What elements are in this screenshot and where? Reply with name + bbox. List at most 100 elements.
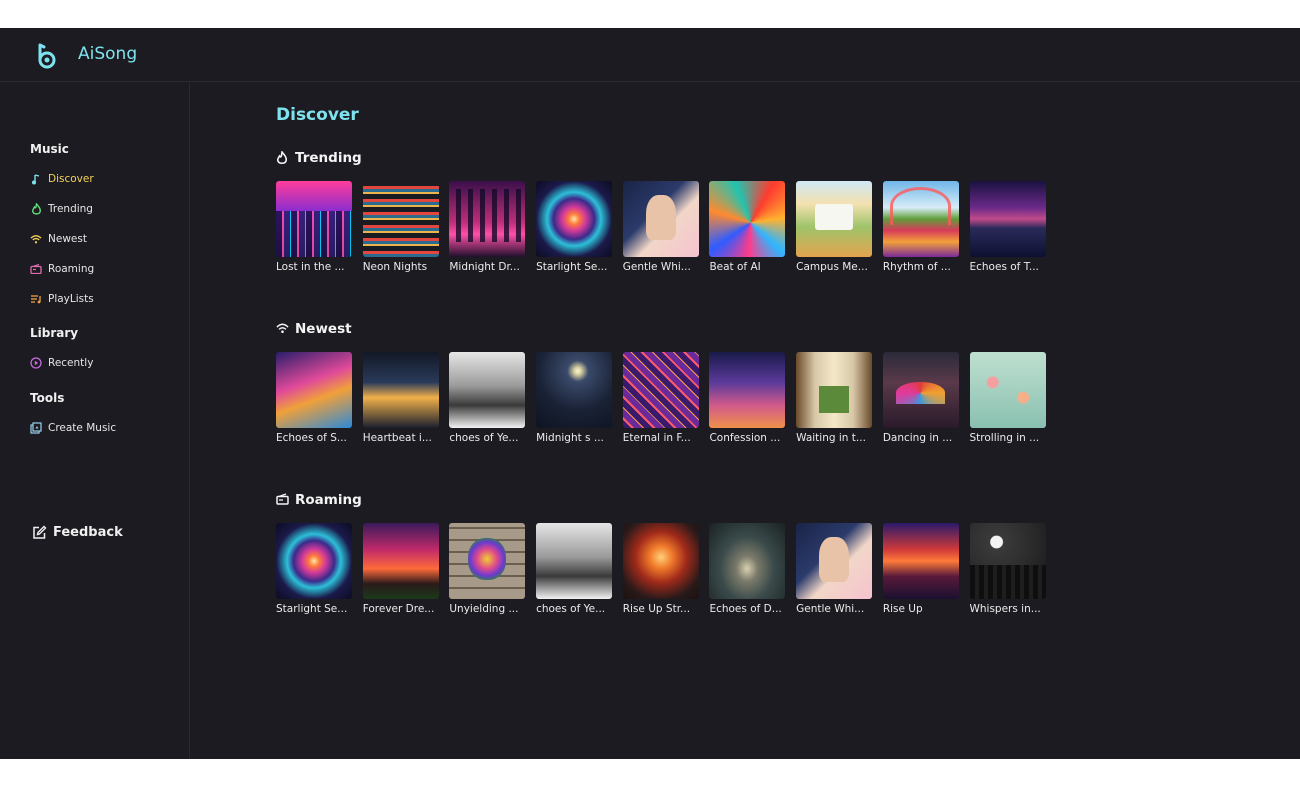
song-title: choes of Ye...: [536, 603, 606, 615]
song-title: Confession ...: [709, 432, 781, 444]
song-cover-image: [536, 181, 613, 257]
sidebar-section-music: Music: [30, 142, 69, 156]
song-card[interactable]: Echoes of D...: [709, 523, 786, 615]
song-card[interactable]: Eternal in F...: [622, 352, 699, 444]
song-title: Gentle Whi...: [796, 603, 865, 615]
song-card[interactable]: Rhythm of ...: [882, 181, 959, 273]
section-header[interactable]: Trending: [276, 149, 1276, 167]
radio-icon: [30, 263, 42, 275]
song-cover-image: [969, 523, 1046, 599]
main-content: Discover Trending Lost in the ... Neon N…: [276, 82, 1276, 759]
song-title: Rise Up Str...: [622, 603, 691, 615]
song-title: Gentle Whi...: [622, 261, 691, 273]
song-title: Lost in the ...: [276, 261, 345, 273]
song-title: Waiting in t...: [796, 432, 866, 444]
song-card[interactable]: choes of Ye...: [449, 352, 526, 444]
playlist-icon: [30, 293, 42, 305]
song-card[interactable]: Starlight Se...: [536, 181, 613, 273]
song-cover-image: [796, 352, 873, 428]
song-card[interactable]: Lost in the ...: [276, 181, 352, 273]
sidebar-section-tools: Tools: [30, 391, 65, 405]
song-cover-image: [796, 523, 873, 599]
song-card[interactable]: Echoes of T...: [969, 181, 1046, 273]
song-card[interactable]: Rise Up Str...: [622, 523, 699, 615]
sidebar: Music Discover Trending Newest Roaming P…: [0, 82, 190, 759]
song-card[interactable]: Whispers in...: [969, 523, 1046, 615]
section-newest: Newest Echoes of S... Heartbeat i... cho…: [276, 320, 1276, 444]
song-card[interactable]: choes of Ye...: [536, 523, 613, 615]
song-title: Echoes of T...: [969, 261, 1039, 273]
song-cover-image: [449, 352, 526, 428]
song-card[interactable]: Unyielding ...: [449, 523, 526, 615]
song-card[interactable]: Strolling in ...: [969, 352, 1046, 444]
song-card[interactable]: Midnight Dr...: [449, 181, 526, 273]
feedback-button[interactable]: Feedback: [32, 525, 123, 540]
song-card[interactable]: Starlight Se...: [276, 523, 352, 615]
section-trending: Trending Lost in the ... Neon Nights Mid…: [276, 149, 1276, 273]
section-header[interactable]: Roaming: [276, 491, 1276, 509]
song-title: Starlight Se...: [276, 603, 348, 615]
sidebar-item-label: Trending: [48, 203, 93, 215]
song-card[interactable]: Neon Nights: [362, 181, 439, 273]
sidebar-item-roaming[interactable]: Roaming: [30, 260, 94, 278]
edit-icon: [33, 525, 47, 539]
aisong-logo-icon[interactable]: [33, 41, 59, 71]
song-card[interactable]: Gentle Whi...: [622, 181, 699, 273]
song-cover-image: [536, 523, 613, 599]
song-title: Whispers in...: [969, 603, 1041, 615]
song-card[interactable]: Dancing in ...: [882, 352, 959, 444]
song-title: Beat of AI: [709, 261, 761, 273]
song-title: Dancing in ...: [882, 432, 953, 444]
music-note-icon: [30, 173, 42, 185]
sidebar-item-recently[interactable]: Recently: [30, 354, 93, 372]
sidebar-item-label: Discover: [48, 173, 94, 185]
song-title: choes of Ye...: [449, 432, 519, 444]
song-cover-image: [969, 181, 1046, 257]
flame-icon: [276, 151, 289, 165]
song-cover-image: [882, 352, 959, 428]
song-title: Rise Up: [882, 603, 923, 615]
song-card[interactable]: Confession ...: [709, 352, 786, 444]
sidebar-item-trending[interactable]: Trending: [30, 200, 93, 218]
song-cover-image: [969, 352, 1046, 428]
song-cover-image: [276, 181, 352, 257]
song-cover-image: [622, 352, 699, 428]
song-card[interactable]: Gentle Whi...: [796, 523, 873, 615]
song-card[interactable]: Waiting in t...: [796, 352, 873, 444]
sidebar-item-playlists[interactable]: PlayLists: [30, 290, 94, 308]
sidebar-item-discover[interactable]: Discover: [30, 170, 94, 188]
create-icon: [30, 422, 42, 434]
song-card[interactable]: Rise Up: [882, 523, 959, 615]
song-cover-image: [882, 523, 959, 599]
feedback-label: Feedback: [53, 525, 123, 540]
song-cover-image: [449, 181, 526, 257]
song-title: Starlight Se...: [536, 261, 608, 273]
song-title: Midnight Dr...: [449, 261, 520, 273]
sidebar-item-label: Newest: [48, 233, 87, 245]
section-title: Trending: [295, 150, 362, 166]
wifi-icon: [30, 233, 42, 245]
song-card[interactable]: Campus Me...: [796, 181, 873, 273]
top-bar: AiSong: [0, 28, 1300, 82]
section-header[interactable]: Newest: [276, 320, 1276, 338]
song-cover-image: [622, 181, 699, 257]
song-title: Echoes of D...: [709, 603, 782, 615]
song-card[interactable]: Forever Dre...: [362, 523, 439, 615]
song-cover-image: [709, 181, 786, 257]
sidebar-item-label: Recently: [48, 357, 94, 369]
song-card[interactable]: Beat of AI: [709, 181, 786, 273]
app-title[interactable]: AiSong: [78, 44, 137, 64]
song-title: Neon Nights: [362, 261, 428, 273]
song-card[interactable]: Midnight s ...: [536, 352, 613, 444]
sidebar-item-create-music[interactable]: Create Music: [30, 419, 116, 437]
song-cover-image: [536, 352, 613, 428]
song-title: Campus Me...: [796, 261, 868, 273]
song-card-row: Echoes of S... Heartbeat i... choes of Y…: [276, 352, 1046, 444]
song-card[interactable]: Heartbeat i...: [362, 352, 439, 444]
song-cover-image: [362, 523, 439, 599]
song-cover-image: [449, 523, 526, 599]
sidebar-item-newest[interactable]: Newest: [30, 230, 87, 248]
song-card[interactable]: Echoes of S...: [276, 352, 352, 444]
sidebar-section-library: Library: [30, 326, 79, 340]
song-title: Strolling in ...: [969, 432, 1040, 444]
